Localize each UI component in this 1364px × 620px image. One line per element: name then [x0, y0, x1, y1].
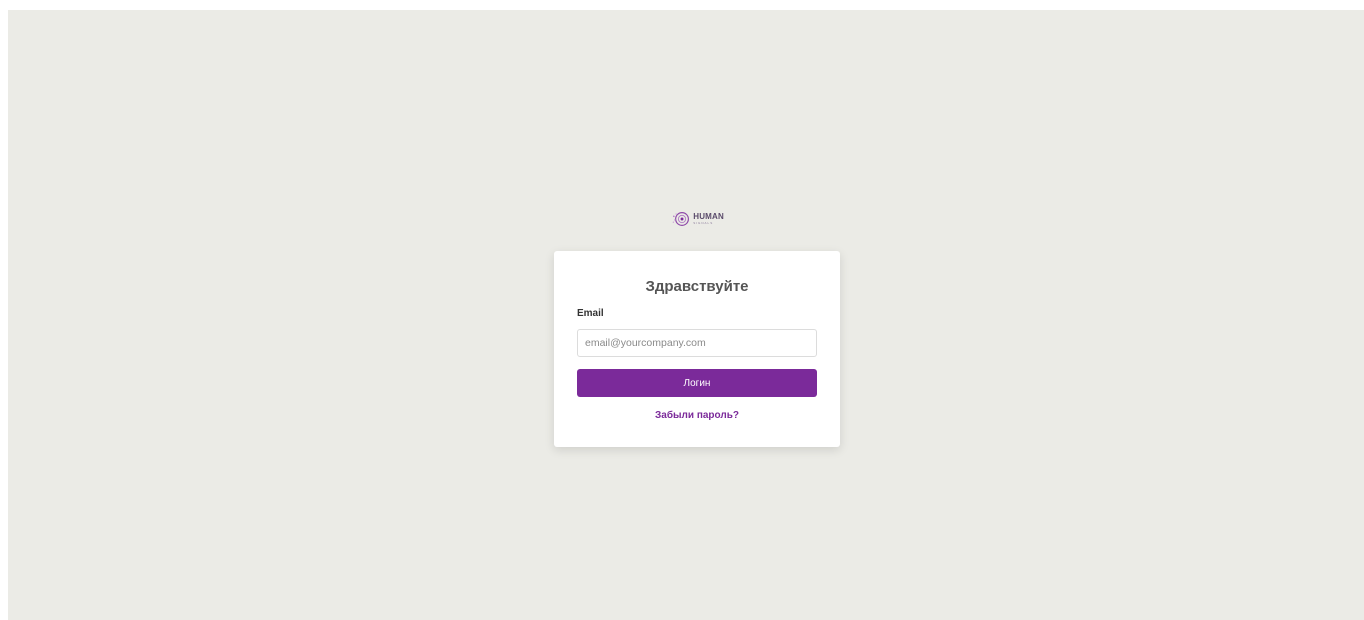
email-field[interactable] [577, 329, 817, 357]
login-button[interactable]: Логин [577, 369, 817, 397]
page-background: HUMAN SIGNALS Здравствуйте Email Логин З… [8, 10, 1364, 620]
brand-tagline: SIGNALS [693, 221, 714, 225]
human-signals-logo-icon [672, 212, 689, 226]
login-card: Здравствуйте Email Логин Забыли пароль? [554, 251, 840, 447]
email-label: Email [577, 308, 604, 319]
login-title: Здравствуйте [645, 278, 749, 295]
forgot-password-link[interactable]: Забыли пароль? [554, 410, 840, 421]
brand-logo: HUMAN SIGNALS [672, 208, 724, 230]
brand-name: HUMAN [693, 212, 724, 221]
